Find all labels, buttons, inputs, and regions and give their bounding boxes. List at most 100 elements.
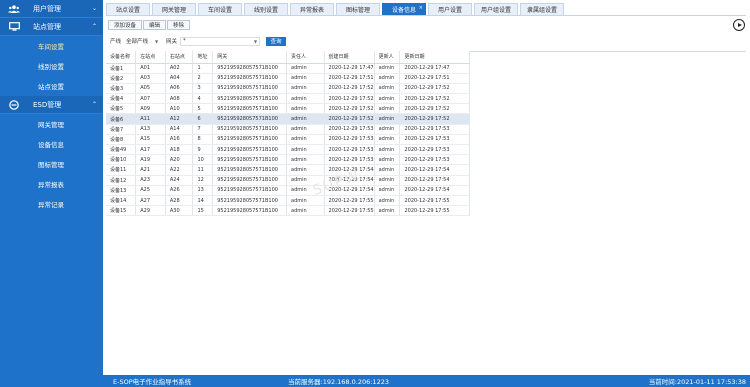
table-row[interactable]: 设备7 A13 A14 7 952195928057571B100 admin 2020-1… [106, 124, 470, 135]
device-table: 设备名称 左站点 右站点 地址 网关 责任人 创建日期 更新人 更新日期 设备1… [106, 51, 470, 217]
sidebar-item-report[interactable]: 异常报表 [0, 174, 103, 194]
table-cell: A02 [165, 63, 194, 74]
table-row[interactable]: 设备3 A05 A06 3 952195928057571B100 admin 2020-1… [106, 83, 470, 95]
table-row[interactable]: 设备4 A07 A08 4 952195928057571B100 admin 2020-1… [106, 93, 470, 105]
table-cell: admin [286, 93, 325, 105]
table-row[interactable]: 设备12 A23 A24 12 952195928057571B100 admin 2020… [106, 175, 470, 186]
table-cell: admin [374, 63, 401, 74]
sidebar-item-record[interactable]: 异常记录 [0, 194, 103, 214]
play-icon[interactable] [733, 19, 745, 31]
esd-icon [7, 99, 21, 110]
table-cell: 2020-12-29 17:55 [324, 205, 375, 217]
table-row[interactable]: 设备5 A09 A10 5 952195928057571B100 admin 2020-1… [106, 103, 470, 115]
edit-button[interactable]: 编辑 [143, 20, 167, 30]
tab-gateway[interactable]: 网关管理 [152, 3, 196, 15]
table-cell: A12 [165, 113, 194, 125]
table-row[interactable]: 设备8 A15 A16 8 952195928057571B100 admin 2020-1… [106, 134, 470, 146]
col-header[interactable]: 左站点 [135, 51, 166, 64]
table-row[interactable]: 设备11 A21 A22 11 952195928057571B100 admin 2020… [106, 164, 470, 176]
col-header[interactable]: 更新人 [374, 51, 401, 64]
table-cell: 2020-12-29 17:53 [399, 154, 470, 166]
table-cell: A16 [165, 134, 194, 146]
close-icon[interactable]: × [419, 5, 423, 11]
table-cell: admin [286, 73, 325, 84]
sidebar-item-gateway[interactable]: 网关管理 [0, 114, 103, 134]
delete-button[interactable]: 移除 [167, 20, 191, 30]
chevron-down-icon: ▼ [253, 38, 258, 44]
col-header[interactable]: 创建日期 [324, 51, 375, 64]
chevron-down-icon: ▼ [154, 38, 159, 44]
table-cell: A06 [165, 83, 194, 95]
table-cell: 2020-12-29 17:54 [399, 185, 470, 196]
table-cell: 设备15 [106, 205, 137, 217]
table-row[interactable]: 设备15 A29 A30 15 952195928057571B100 admin 2020… [106, 205, 470, 217]
table-cell: A05 [135, 83, 166, 95]
table-cell: 8 [192, 134, 214, 146]
table-cell: admin [374, 154, 401, 166]
table-cell: A11 [135, 113, 166, 125]
line-select[interactable]: 全部产线 ▼ [124, 37, 160, 46]
tab-device[interactable]: 设备信息 × [382, 3, 426, 15]
sidebar-item-line[interactable]: 线别设置 [0, 56, 103, 76]
table-row[interactable]: 设备10 A19 A20 10 952195928057571B100 admin 2020… [106, 154, 470, 166]
table-row[interactable]: 设备1 A01 A02 1 952195928057571B100 admin 2020-1… [106, 63, 470, 74]
table-cell: 15 [192, 205, 214, 217]
table-cell: 2020-12-29 17:52 [399, 103, 470, 115]
table-cell: admin [374, 195, 401, 207]
tab-workshop[interactable]: 车间设置 [198, 3, 242, 15]
table-cell: 2 [192, 73, 214, 84]
gateway-select[interactable]: * ▼ [180, 36, 261, 46]
tab-membergroup[interactable]: 隶属组设置 [520, 3, 564, 15]
table-cell: A04 [165, 73, 194, 84]
table-cell: 2020-12-29 17:55 [324, 195, 375, 207]
table-cell: 设备14 [106, 195, 137, 207]
sidebar-item-device[interactable]: 设备信息 [0, 134, 103, 154]
tab-report[interactable]: 异常报表 [290, 3, 334, 15]
sidebar-group-esd[interactable]: ESD管理 ⌃ [0, 96, 103, 114]
col-header[interactable]: 右站点 [165, 51, 194, 64]
tab-icon[interactable]: 图标管理 [336, 3, 380, 15]
monitor-icon [7, 22, 21, 32]
table-header-row: 设备名称 左站点 右站点 地址 网关 责任人 创建日期 更新人 更新日期 [106, 51, 470, 64]
table-row[interactable]: 设备14 A27 A28 14 952195928057571B100 admin 2020… [106, 195, 470, 207]
table-cell: A22 [165, 164, 194, 176]
table-cell: admin [374, 103, 401, 115]
table-cell: A15 [135, 134, 166, 146]
table-row[interactable]: 设备6 A11 A12 6 952195928057571B100 admin 2020-1… [106, 113, 470, 125]
col-header[interactable]: 责任人 [286, 51, 325, 64]
query-button[interactable]: 查询 [266, 36, 287, 46]
col-header[interactable]: 设备名称 [106, 51, 137, 64]
table-cell: 952195928057571B100 [212, 195, 288, 207]
table-cell: admin [286, 134, 325, 146]
line-label: 产线 [110, 39, 122, 45]
table-row[interactable]: 设备13 A25 A26 13 952195928057571B100 admin 2020… [106, 185, 470, 196]
table-cell: admin [374, 113, 401, 125]
table-cell: 3 [192, 83, 214, 95]
tab-line[interactable]: 线别设置 [244, 3, 288, 15]
tab-usergroup[interactable]: 用户组设置 [474, 3, 518, 15]
table-cell: 2020-12-29 17:53 [324, 144, 375, 156]
line-select-value: 全部产线 [126, 39, 149, 45]
tab-site[interactable]: 站点设置 [106, 3, 150, 15]
col-header[interactable]: 更新日期 [399, 51, 470, 64]
tab-user[interactable]: 用户设置 [428, 3, 472, 15]
col-header[interactable]: 网关 [212, 51, 288, 64]
table-cell: 952195928057571B100 [212, 124, 288, 135]
table-cell: admin [286, 164, 325, 176]
table-row[interactable]: 设备49 A17 A18 9 952195928057571B100 admin 2020-… [106, 144, 470, 156]
table-cell: 4 [192, 93, 214, 105]
table-row[interactable]: 设备2 A03 A04 2 952195928057571B100 admin 2020-1… [106, 73, 470, 84]
table-cell: 设备49 [106, 144, 137, 156]
sidebar-group-user[interactable]: 用户管理 ⌄ [0, 0, 103, 18]
table-cell: admin [374, 185, 401, 196]
sidebar-item-icon[interactable]: 图标管理 [0, 154, 103, 174]
table-cell: 952195928057571B100 [212, 103, 288, 115]
sidebar-item-site[interactable]: 站点设置 [0, 76, 103, 96]
table-cell: admin [374, 164, 401, 176]
col-header[interactable]: 地址 [192, 51, 214, 64]
add-device-button[interactable]: 添加设备 [108, 20, 143, 30]
sidebar-group-site[interactable]: 站点管理 ⌃ [0, 18, 103, 36]
sidebar-group-label: ESD管理 [33, 100, 62, 109]
sidebar-group-label: 用户管理 [33, 4, 61, 13]
sidebar-item-workshop[interactable]: 车间设置 [0, 36, 103, 56]
